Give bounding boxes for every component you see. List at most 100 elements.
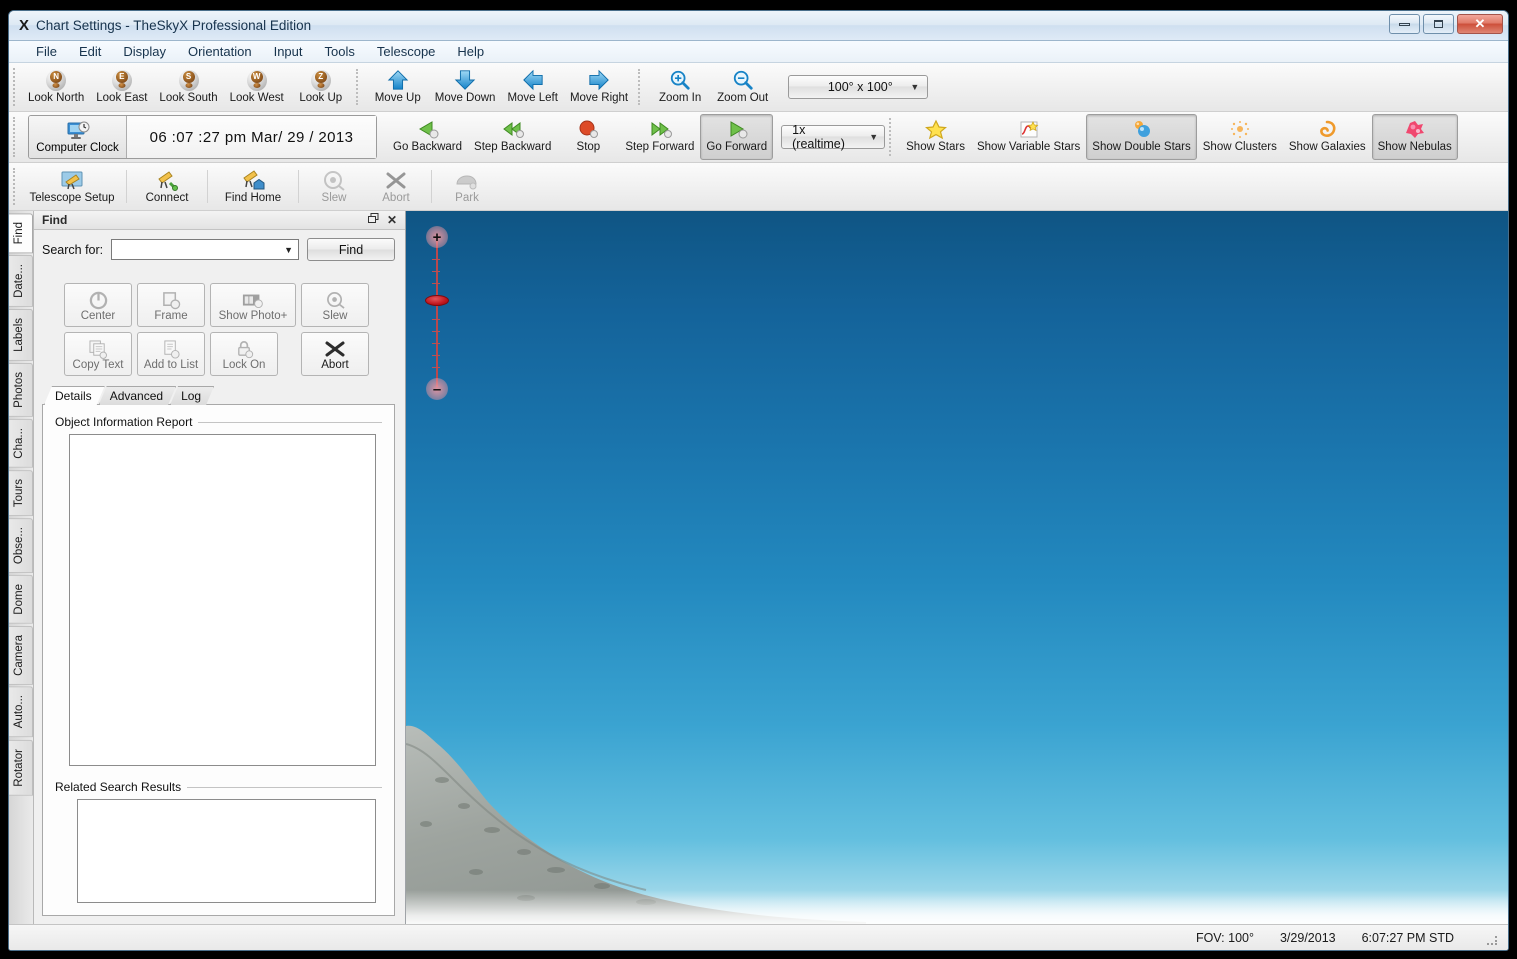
- sidebar-item-rotator[interactable]: Rotator: [9, 739, 33, 796]
- show-double-stars-button[interactable]: Show Double Stars: [1086, 114, 1197, 160]
- menu-input[interactable]: Input: [263, 42, 314, 61]
- add-to-list-label: Add to List: [143, 359, 199, 371]
- toolbar-grip-2[interactable]: [13, 117, 20, 157]
- search-input[interactable]: ▼: [111, 239, 299, 260]
- sky-chart-view[interactable]: + –: [406, 211, 1508, 924]
- sidebar-item-autoguider[interactable]: Auto...: [9, 686, 33, 738]
- connect-button[interactable]: Connect: [131, 165, 203, 208]
- move-right-button[interactable]: Move Right: [564, 65, 634, 109]
- step-backward-button[interactable]: Step Backward: [468, 114, 557, 160]
- look-north-button[interactable]: Look North: [22, 65, 90, 109]
- copy-text-button[interactable]: Copy Text: [64, 332, 132, 376]
- horizon-haze: [406, 890, 1508, 924]
- arrow-right-icon: [587, 69, 611, 91]
- time-rate-select[interactable]: 1x (realtime) ▼: [781, 123, 886, 151]
- undock-icon[interactable]: [364, 213, 383, 227]
- toolbar-grip-3[interactable]: [13, 168, 20, 205]
- object-information-report[interactable]: [69, 434, 376, 766]
- look-east-button[interactable]: Look East: [90, 65, 153, 109]
- menu-help[interactable]: Help: [446, 42, 495, 61]
- sidebar-item-photos[interactable]: Photos: [9, 363, 33, 417]
- abort-icon-panel: [325, 339, 345, 359]
- move-left-button[interactable]: Move Left: [501, 65, 564, 109]
- zoom-slider-thumb[interactable]: [425, 295, 449, 306]
- center-button[interactable]: Center: [64, 283, 132, 327]
- move-right-label: Move Right: [569, 92, 629, 104]
- show-galaxies-button[interactable]: Show Galaxies: [1283, 114, 1372, 160]
- abort-button[interactable]: Abort: [365, 165, 427, 208]
- clock-readout[interactable]: 06 :07 :27 pm Mar/ 29 / 2013: [127, 116, 376, 158]
- menu-display[interactable]: Display: [112, 42, 177, 61]
- menu-file[interactable]: File: [25, 42, 68, 61]
- toolbar-grip[interactable]: [13, 68, 20, 106]
- title-bar: X Chart Settings - TheSkyX Professional …: [9, 11, 1508, 41]
- sidebar-item-chart[interactable]: Cha...: [9, 418, 33, 468]
- tab-advanced[interactable]: Advanced: [99, 386, 176, 405]
- zoom-out-slider-button[interactable]: –: [426, 378, 448, 400]
- compass-south-icon: [178, 69, 199, 91]
- zoom-in-button[interactable]: Zoom In: [649, 65, 711, 109]
- tab-log[interactable]: Log: [170, 386, 214, 405]
- show-nebulas-button[interactable]: Show Nebulas: [1371, 114, 1458, 160]
- go-backward-button[interactable]: Go Backward: [387, 114, 468, 160]
- arrow-left-icon: [521, 69, 545, 91]
- slew-button[interactable]: Slew: [303, 165, 365, 208]
- park-button[interactable]: Park: [436, 165, 498, 208]
- close-button[interactable]: ✕: [1457, 14, 1503, 34]
- move-down-button[interactable]: Move Down: [429, 65, 502, 109]
- toolbar-separator-2: [638, 69, 645, 105]
- move-group: Move Up Move Down Move Left Move Right: [367, 65, 634, 109]
- lock-on-button[interactable]: Lock On: [210, 332, 278, 376]
- minimize-button[interactable]: [1389, 14, 1420, 34]
- object-report-label: Object Information Report: [55, 415, 193, 429]
- look-up-button[interactable]: Look Up: [290, 65, 352, 109]
- resize-grip[interactable]: [1486, 931, 1500, 945]
- look-west-button[interactable]: Look West: [224, 65, 290, 109]
- app-logo-icon: X: [19, 17, 29, 34]
- add-to-list-button[interactable]: Add to List: [137, 332, 205, 376]
- show-photo-button[interactable]: Show Photo+: [210, 283, 296, 327]
- sidebar-item-tours[interactable]: Tours: [9, 469, 33, 516]
- chevron-down-icon-rate: ▼: [869, 132, 879, 142]
- related-search-results[interactable]: [77, 799, 376, 903]
- go-forward-button[interactable]: Go Forward: [700, 114, 774, 160]
- menu-tools[interactable]: Tools: [314, 42, 366, 61]
- close-icon[interactable]: ✕: [383, 213, 401, 227]
- sidebar-item-dome[interactable]: Dome: [9, 574, 33, 624]
- find-tab-strip: Details Advanced Log: [44, 386, 395, 405]
- sidebar-item-labels[interactable]: Labels: [9, 309, 33, 362]
- clock-widget: Computer Clock 06 :07 :27 pm Mar/ 29 / 2…: [28, 115, 377, 159]
- sidebar-item-observing[interactable]: Obse...: [9, 517, 33, 573]
- move-up-button[interactable]: Move Up: [367, 65, 429, 109]
- field-of-view-select[interactable]: 100° x 100° ▼: [788, 75, 929, 99]
- sidebar-item-camera[interactable]: Camera: [9, 625, 33, 685]
- zoom-in-slider-button[interactable]: +: [426, 226, 448, 248]
- menu-telescope[interactable]: Telescope: [366, 42, 447, 61]
- tab-details[interactable]: Details: [44, 386, 105, 405]
- zoom-out-button[interactable]: Zoom Out: [711, 65, 774, 109]
- frame-icon: [162, 290, 181, 310]
- step-forward-button[interactable]: Step Forward: [619, 114, 700, 160]
- show-clusters-button[interactable]: Show Clusters: [1197, 114, 1283, 160]
- menu-orientation[interactable]: Orientation: [177, 42, 263, 61]
- look-south-button[interactable]: Look South: [153, 65, 223, 109]
- zoom-slider-track[interactable]: [436, 239, 438, 387]
- find-button[interactable]: Find: [307, 238, 395, 261]
- park-icon: [455, 169, 479, 191]
- slew-object-button[interactable]: Slew: [301, 283, 369, 327]
- menu-edit[interactable]: Edit: [68, 42, 112, 61]
- computer-clock-button[interactable]: Computer Clock: [29, 116, 127, 158]
- stop-button[interactable]: Stop: [557, 114, 619, 160]
- zoom-slider[interactable]: + –: [424, 223, 450, 401]
- show-stars-button[interactable]: Show Stars: [900, 114, 971, 160]
- frame-button[interactable]: Frame: [137, 283, 205, 327]
- show-variable-stars-button[interactable]: Show Variable Stars: [971, 114, 1086, 160]
- telescope-setup-button[interactable]: Telescope Setup: [22, 165, 122, 208]
- object-report-group-label: Object Information Report: [55, 415, 382, 429]
- slew-label: Slew: [321, 192, 347, 204]
- find-home-button[interactable]: Find Home: [212, 165, 294, 208]
- maximize-button[interactable]: [1423, 14, 1454, 34]
- sidebar-item-date[interactable]: Date...: [9, 255, 33, 308]
- sidebar-item-find[interactable]: Find: [9, 213, 33, 254]
- abort-find-button[interactable]: Abort: [301, 332, 369, 376]
